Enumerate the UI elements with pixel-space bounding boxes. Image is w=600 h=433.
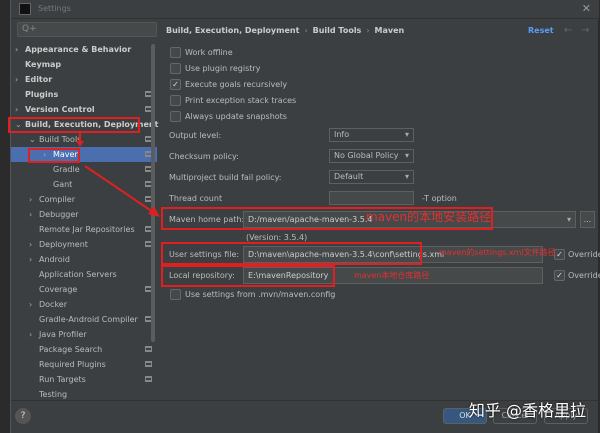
annotation-arrows [76,133,160,217]
arrow-head [148,206,160,217]
arrow-line [84,165,154,213]
watermark: 知乎 @香格里拉 [468,401,586,420]
arrow-head [76,141,84,147]
